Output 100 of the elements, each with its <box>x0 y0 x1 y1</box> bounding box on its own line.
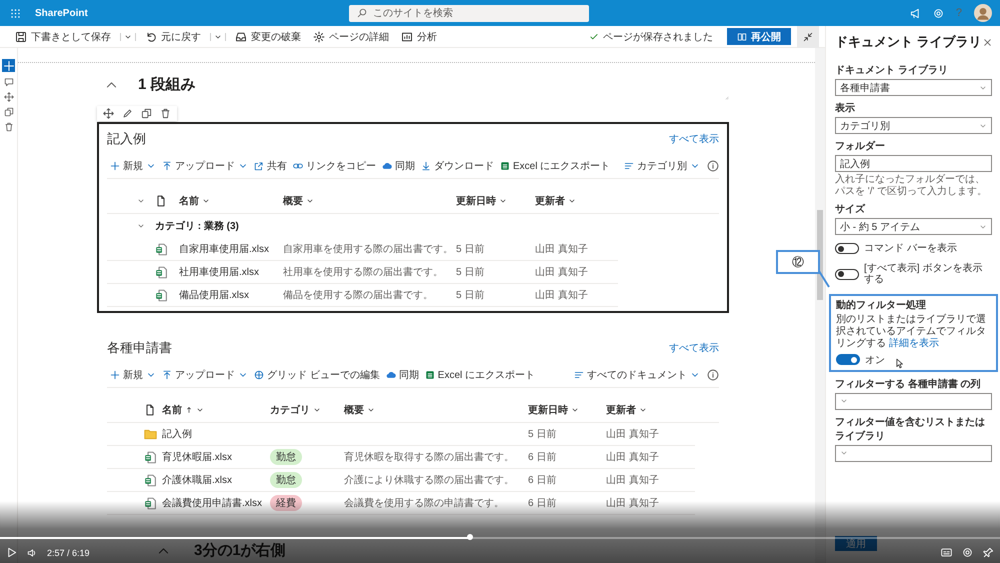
toolbar-button[interactable]: ダウンロード <box>420 159 495 173</box>
collapse-button[interactable] <box>797 26 819 48</box>
category-tag: 勤怠 <box>270 472 302 488</box>
command-button[interactable]: 下書きとして保存 <box>12 30 114 44</box>
field-label: サイズ <box>835 202 866 216</box>
chevron-down-icon <box>137 197 145 205</box>
author-name: 山田 真知子 <box>606 450 660 464</box>
toolbar-button[interactable]: アップロード <box>161 368 249 382</box>
command-button[interactable]: 分析 <box>398 30 440 44</box>
chevron-down-icon <box>571 406 579 414</box>
toolbar-button[interactable]: リンクをコピー <box>292 159 377 173</box>
info-button[interactable] <box>707 369 719 381</box>
modified-date: 5 日前 <box>528 428 558 441</box>
spreadsheet-file-icon <box>144 496 157 510</box>
toggle-switch[interactable] <box>836 354 860 365</box>
move-button[interactable] <box>4 92 14 102</box>
dropdown-field[interactable]: カテゴリ別 <box>835 117 992 134</box>
toolbar-button[interactable]: 同期 <box>381 159 416 173</box>
toolbar-button[interactable]: 同期 <box>384 368 420 382</box>
group-label: カテゴリ : 業務 (3) <box>155 220 239 233</box>
move-icon <box>103 108 114 119</box>
toolbar-button[interactable]: 新規 <box>109 368 157 382</box>
plus-icon <box>110 370 120 380</box>
view-selector[interactable]: カテゴリ別 <box>623 159 701 173</box>
column-header[interactable]: 更新日時 <box>528 403 606 417</box>
app-launcher-button[interactable] <box>10 8 21 18</box>
leader-line <box>818 270 830 288</box>
delete-button[interactable] <box>160 108 171 119</box>
dropdown-field[interactable] <box>835 444 992 462</box>
chevron-down-icon <box>202 197 210 205</box>
captions-button[interactable] <box>941 547 952 558</box>
move-button[interactable] <box>103 108 114 119</box>
spreadsheet-icon <box>500 161 510 171</box>
category-tag: 経費 <box>270 495 302 511</box>
toolbar-button[interactable]: グリッド ビューでの編集 <box>253 368 381 382</box>
megaphone-icon <box>910 8 921 18</box>
column-header[interactable]: カテゴリ <box>270 403 344 417</box>
play-button[interactable] <box>6 547 17 558</box>
toolbar-button[interactable]: 新規 <box>109 159 157 173</box>
command-button[interactable]: 変更の破棄 <box>232 30 304 44</box>
modified-date: 5 日前 <box>456 243 486 256</box>
modified-date: 6 日前 <box>528 474 558 487</box>
see-all-link[interactable]: すべて表示 <box>669 341 719 355</box>
toolbar-button[interactable]: Excel にエクスポート <box>499 159 612 173</box>
hint-text: 入れ子になったフォルダーでは、パスを '/' で区切って入力します。 <box>835 174 988 197</box>
file-name[interactable]: 備品使用届.xlsx <box>179 288 283 302</box>
chevron-down-icon <box>568 197 576 205</box>
file-name[interactable]: 自家用車使用届.xlsx <box>179 242 283 256</box>
file-name[interactable]: 育児休暇届.xlsx <box>162 450 270 464</box>
megaphone-button[interactable] <box>910 8 921 18</box>
pin-button[interactable] <box>983 547 994 558</box>
edit-button[interactable] <box>122 108 133 119</box>
dropdown-field[interactable]: 各種申請書 <box>835 79 992 96</box>
toggle-label: コマンド バーを表示 <box>864 243 957 254</box>
info-button[interactable] <box>707 160 719 172</box>
duplicate-button[interactable] <box>4 107 14 117</box>
folder-name[interactable]: 記入例 <box>162 427 270 441</box>
settings-button[interactable] <box>962 547 973 558</box>
progress-thumb[interactable] <box>467 534 473 540</box>
search-field[interactable]: このサイトを検索 <box>348 4 589 22</box>
column-header[interactable]: 概要 <box>283 194 456 208</box>
duplicate-button[interactable] <box>141 108 152 119</box>
description-text: 育児休暇を取得する際の届出書です。 <box>344 450 515 464</box>
command-button[interactable]: 元に戻す <box>142 30 204 44</box>
file-name[interactable]: 介護休職届.xlsx <box>162 473 270 487</box>
toggle-switch[interactable] <box>835 268 859 280</box>
see-all-link[interactable]: すべて表示 <box>669 132 719 146</box>
toolbar-button[interactable]: 共有 <box>253 159 288 173</box>
delete-button[interactable] <box>4 122 14 132</box>
split-dropdown-button[interactable] <box>120 32 136 40</box>
dropdown-field[interactable]: 小 - 約 5 アイテム <box>835 218 992 235</box>
publish-button[interactable]: 再公開 <box>727 28 791 45</box>
dropdown-field[interactable] <box>835 392 992 410</box>
column-header[interactable]: 更新日時 <box>456 194 535 208</box>
close-icon <box>983 38 992 46</box>
column-header[interactable]: 名前 <box>179 194 283 208</box>
column-header[interactable]: 更新者 <box>606 403 719 417</box>
chevron-down-icon <box>639 406 647 414</box>
volume-button[interactable] <box>27 548 37 558</box>
toolbar-button[interactable]: アップロード <box>161 159 249 173</box>
column-header[interactable]: 名前 <box>162 403 270 417</box>
file-name[interactable]: 会議費使用申請書.xlsx <box>162 496 270 510</box>
view-selector[interactable]: すべてのドキュメント <box>573 368 701 382</box>
input-field[interactable]: 記入例 <box>835 155 992 172</box>
scrollbar[interactable] <box>815 48 825 563</box>
command-button[interactable]: ページの詳細 <box>310 30 392 44</box>
app-name[interactable]: SharePoint <box>35 8 88 18</box>
file-name[interactable]: 社用車使用届.xlsx <box>179 265 283 279</box>
column-header[interactable]: 概要 <box>344 403 528 417</box>
group-toggle[interactable] <box>137 222 145 230</box>
details-link[interactable]: 詳細を表示 <box>888 338 939 348</box>
comment-button[interactable] <box>4 77 14 87</box>
close-button[interactable] <box>983 38 992 46</box>
chevron-down-icon <box>840 449 848 457</box>
add-button[interactable] <box>2 59 15 72</box>
toolbar-button[interactable]: Excel にエクスポート <box>424 368 536 382</box>
column-header[interactable]: 更新者 <box>535 194 719 208</box>
toggle-switch[interactable] <box>835 243 859 254</box>
settings-button[interactable] <box>932 8 944 18</box>
share-icon <box>254 161 264 171</box>
